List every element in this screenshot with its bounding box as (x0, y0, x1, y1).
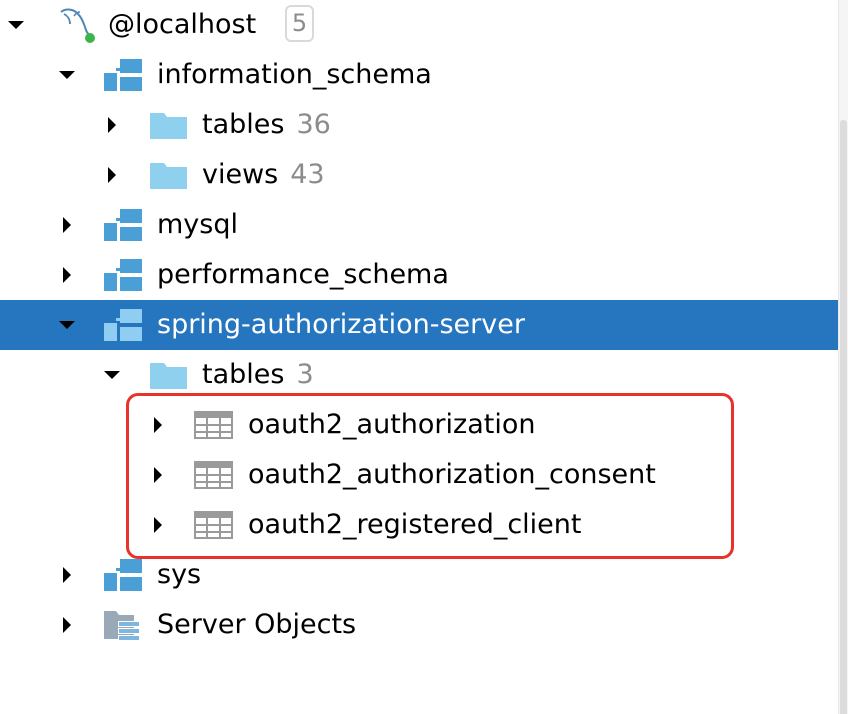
tree-node-server-objects[interactable]: Server Objects (0, 600, 838, 650)
mysql-dolphin-icon (60, 8, 95, 43)
tree-node-spring-authorization-server[interactable]: spring-authorization-server (0, 300, 838, 350)
schema-label: performance_schema (157, 259, 449, 290)
chevron-right-icon[interactable] (146, 413, 170, 437)
schema-icon (104, 259, 142, 291)
vertical-scrollbar-thumb[interactable] (840, 120, 847, 714)
tree-node-performance-schema[interactable]: performance_schema (0, 250, 838, 300)
tree-node-sys[interactable]: sys (0, 550, 838, 600)
tree-node-table[interactable]: oauth2_registered_client (0, 500, 838, 550)
table-icon (194, 511, 233, 539)
folder-label: views 43 (202, 159, 325, 190)
tree-node-information-schema-tables[interactable]: tables 36 (0, 100, 838, 150)
server-objects-label: Server Objects (157, 609, 357, 640)
schema-label: mysql (157, 209, 238, 240)
chevron-down-icon[interactable] (4, 13, 28, 37)
chevron-right-icon[interactable] (55, 613, 79, 637)
connection-count-badge: 5 (285, 5, 314, 42)
chevron-right-icon[interactable] (100, 113, 124, 137)
tree-node-table[interactable]: oauth2_authorization (0, 400, 838, 450)
table-icon (194, 411, 233, 439)
chevron-down-icon[interactable] (100, 363, 124, 387)
folder-label: tables 3 (202, 359, 314, 390)
folder-label: tables 36 (202, 109, 331, 140)
table-label: oauth2_authorization (248, 409, 536, 440)
folder-icon (150, 163, 187, 189)
tree-node-information-schema[interactable]: information_schema (0, 50, 838, 100)
tree-node-spring-tables[interactable]: tables 3 (0, 350, 838, 400)
host-label: @localhost (108, 9, 257, 40)
tree-node-table[interactable]: oauth2_authorization_consent (0, 450, 838, 500)
item-count: 43 (290, 159, 325, 190)
folder-icon (150, 363, 187, 389)
tree-node-information-schema-views[interactable]: views 43 (0, 150, 838, 200)
folder-icon (150, 113, 187, 139)
chevron-right-icon[interactable] (146, 513, 170, 537)
schema-label: information_schema (157, 59, 432, 90)
chevron-down-icon[interactable] (55, 63, 79, 87)
schema-icon (104, 209, 142, 241)
database-explorer-tree: @localhost 5 information_schema tables 36… (0, 0, 848, 714)
schema-icon (104, 59, 142, 91)
schema-label: sys (157, 559, 202, 590)
chevron-right-icon[interactable] (100, 163, 124, 187)
chevron-right-icon[interactable] (55, 213, 79, 237)
chevron-right-icon[interactable] (55, 563, 79, 587)
item-count: 36 (296, 109, 331, 140)
table-icon (194, 461, 233, 489)
schema-label: spring-authorization-server (157, 309, 525, 340)
schema-icon (104, 559, 142, 591)
chevron-right-icon[interactable] (55, 263, 79, 287)
table-label: oauth2_registered_client (248, 509, 582, 540)
server-objects-icon (104, 611, 140, 641)
item-count: 3 (296, 359, 314, 390)
tree-node-mysql[interactable]: mysql (0, 200, 838, 250)
table-label: oauth2_authorization_consent (248, 459, 656, 490)
chevron-down-icon[interactable] (55, 313, 79, 337)
chevron-right-icon[interactable] (146, 463, 170, 487)
schema-icon (104, 309, 142, 341)
tree-node-localhost[interactable]: @localhost 5 (0, 0, 838, 50)
